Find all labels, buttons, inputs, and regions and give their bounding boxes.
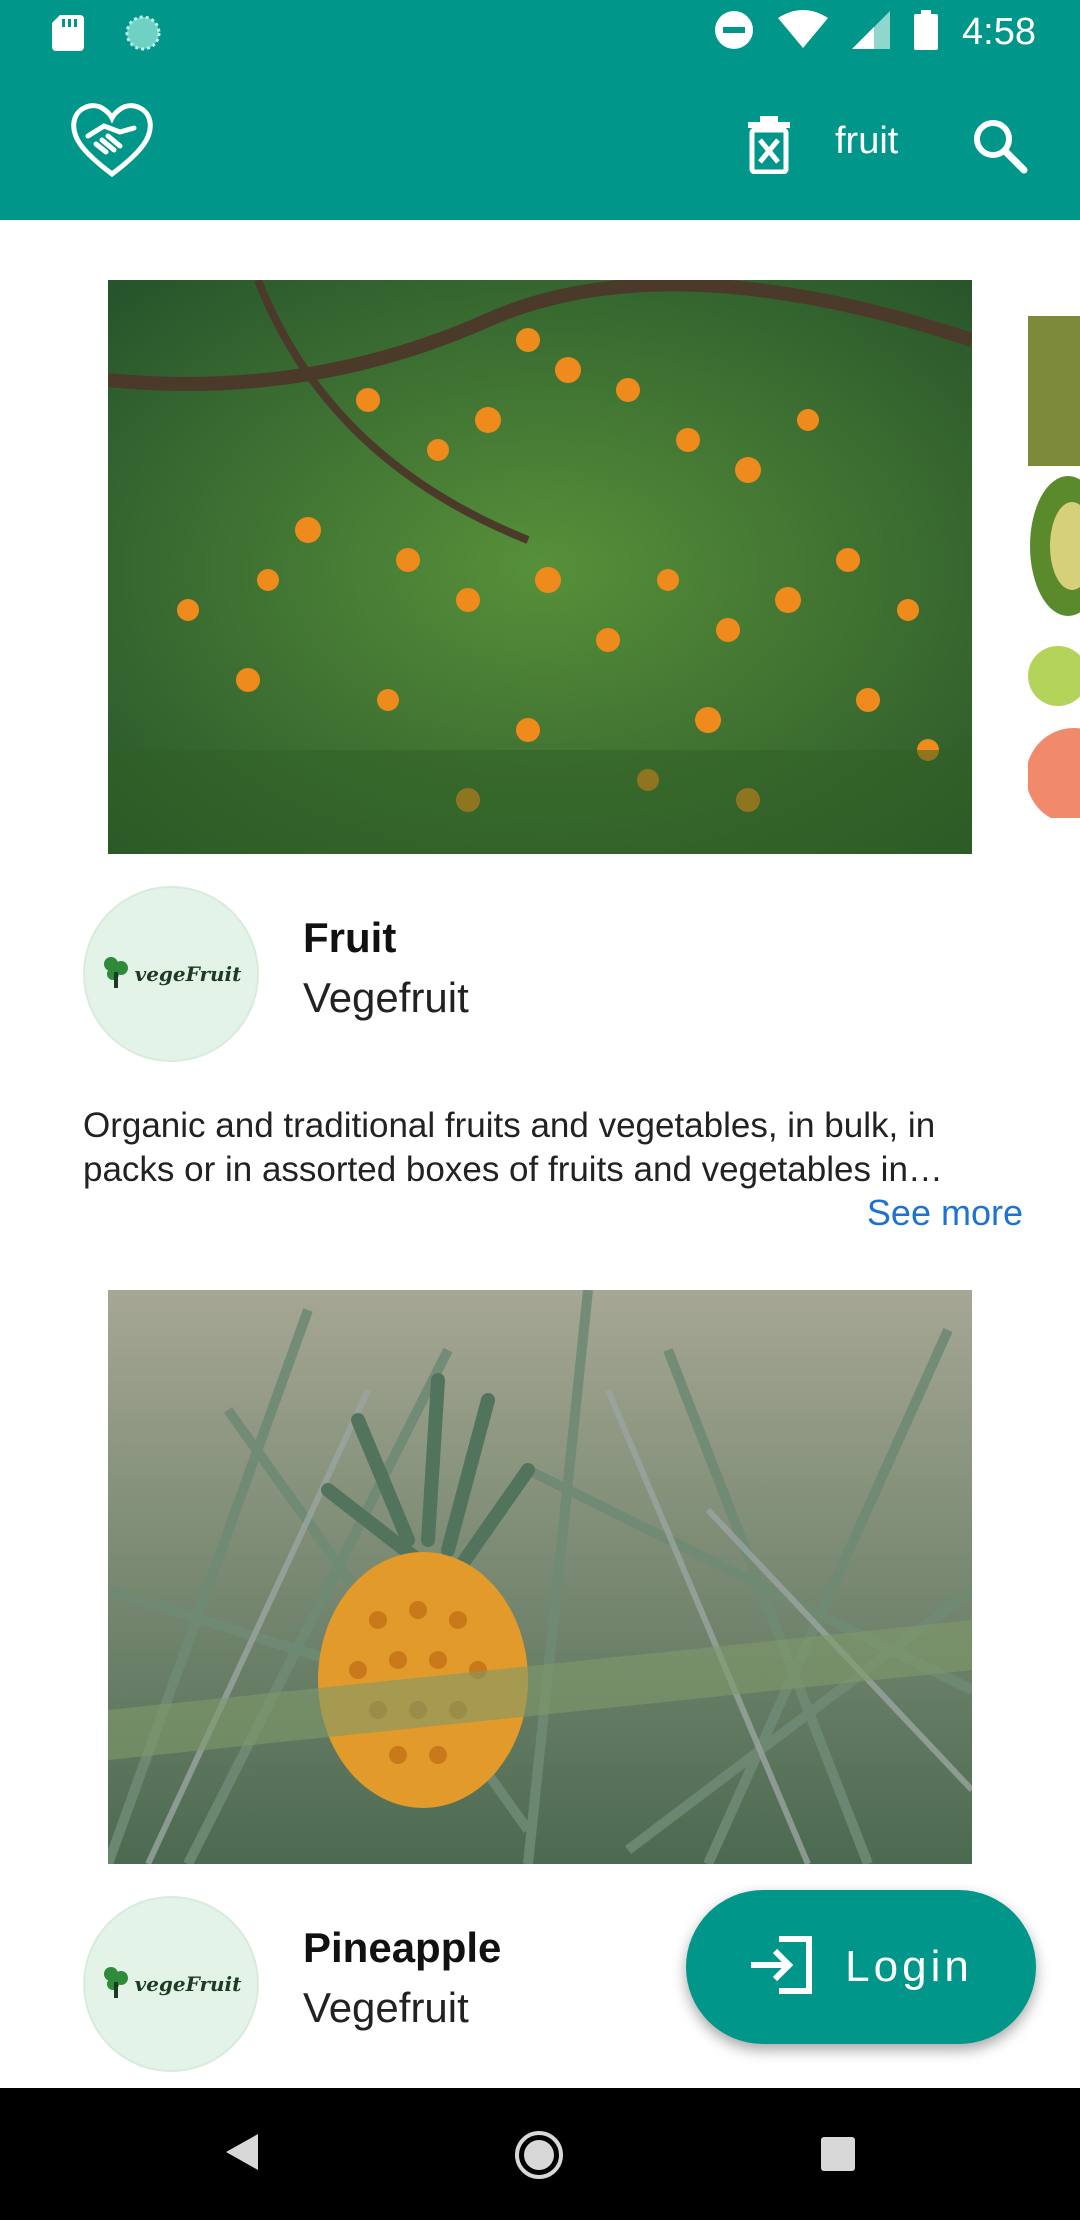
- avatar[interactable]: vegeFruit: [83, 886, 259, 1062]
- screen: 4:58 fruit vegeFruit Fruit Vegefruit Org…: [0, 0, 1080, 2220]
- avatar-brand-text: vegeFruit: [134, 1972, 242, 1996]
- card-seller: Vegefruit: [303, 1984, 469, 2031]
- login-icon: [749, 1935, 815, 2000]
- do-not-disturb-icon: [714, 10, 754, 55]
- app-bar: fruit: [0, 66, 1080, 220]
- login-label: Login: [845, 1942, 973, 1991]
- avatar-brand-text: vegeFruit: [134, 962, 242, 986]
- battery-icon: [914, 10, 939, 55]
- delete-filter-icon[interactable]: [744, 114, 794, 175]
- back-icon[interactable]: [224, 2132, 260, 2177]
- tree-icon: [101, 1964, 131, 2005]
- avatar[interactable]: vegeFruit: [83, 1896, 259, 2072]
- system-nav-bar: [0, 2088, 1080, 2220]
- fruit-tree-image[interactable]: [108, 280, 972, 854]
- wifi-icon: [778, 10, 829, 55]
- tree-icon: [101, 954, 131, 995]
- status-bar: 4:58: [0, 0, 1080, 66]
- clock: 4:58: [962, 11, 1036, 53]
- card-description: Organic and traditional fruits and veget…: [83, 1106, 936, 1189]
- search-query-text[interactable]: fruit: [835, 120, 898, 163]
- product-list[interactable]: vegeFruit Fruit Vegefruit Organic and tr…: [0, 220, 1080, 2088]
- card-title: Fruit: [303, 914, 397, 961]
- next-card-image-peek[interactable]: [1028, 316, 1080, 818]
- pineapple-field-image[interactable]: [108, 1290, 972, 1864]
- recents-icon[interactable]: [820, 2136, 856, 2177]
- home-icon[interactable]: [514, 2130, 564, 2185]
- card-seller: Vegefruit: [303, 974, 469, 1021]
- see-more-link[interactable]: See more: [867, 1192, 1023, 1234]
- sd-card-icon: [52, 15, 84, 56]
- signal-icon: [852, 11, 891, 54]
- login-button[interactable]: Login: [686, 1890, 1036, 2044]
- search-icon[interactable]: [970, 116, 1028, 174]
- card-title: Pineapple: [303, 1924, 502, 1971]
- handshake-heart-icon[interactable]: [70, 102, 154, 178]
- sync-icon: [124, 14, 162, 57]
